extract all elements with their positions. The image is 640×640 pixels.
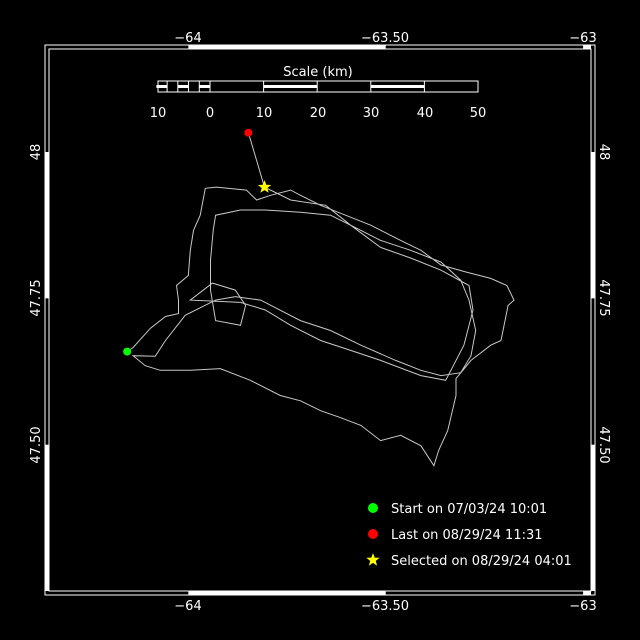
- scale-label-1: 0: [206, 106, 214, 121]
- bottom-lon-label-0: −64: [174, 599, 201, 614]
- scale-bar-segment: [177, 85, 189, 88]
- top-lon-label-1: −63.50: [361, 31, 409, 46]
- scale-bar-segment: [263, 85, 318, 88]
- scale-label-2: 10: [256, 106, 273, 121]
- frame-segment-bottom: [188, 591, 386, 595]
- legend: Start on 07/03/24 10:01 Last on 08/29/24…: [366, 502, 572, 569]
- map-background: [0, 0, 640, 640]
- frame-segment-bottom: [583, 591, 591, 595]
- right-lat-label-2: 47.50: [596, 426, 611, 463]
- legend-start-icon: [368, 503, 378, 513]
- frame-segment-right: [591, 444, 595, 591]
- scale-label-6: 50: [470, 106, 487, 121]
- scale-bar-segment: [370, 85, 425, 88]
- right-lat-label-1: 47.75: [596, 279, 611, 316]
- frame-segment-left: [45, 152, 49, 299]
- legend-start-label: Start on 07/03/24 10:01: [391, 502, 547, 517]
- top-lon-label-2: −63: [569, 31, 596, 46]
- last-marker[interactable]: [244, 128, 253, 137]
- legend-last-icon: [368, 529, 378, 539]
- scale-label-3: 20: [310, 106, 327, 121]
- scale-label-4: 30: [363, 106, 380, 121]
- legend-selected-label: Selected on 08/29/24 04:01: [391, 554, 572, 569]
- left-lat-label-1: 47.75: [29, 279, 44, 316]
- bottom-lon-label-2: −63: [569, 599, 596, 614]
- bottom-lon-label-1: −63.50: [361, 599, 409, 614]
- top-lon-label-0: −64: [174, 31, 201, 46]
- frame-segment-top: [188, 45, 386, 49]
- left-lat-label-0: 48: [29, 144, 44, 161]
- legend-last-label: Last on 08/29/24 11:31: [391, 528, 543, 543]
- scale-bar-segment: [156, 85, 168, 88]
- scale-label-0: 10: [150, 106, 167, 121]
- left-lat-label-2: 47.50: [29, 426, 44, 463]
- scale-bar-segment: [199, 85, 210, 88]
- scale-label-5: 40: [417, 106, 434, 121]
- frame-segment-left: [45, 444, 49, 591]
- start-marker[interactable]: [123, 347, 132, 356]
- drifter-track-map: −64 −63.50 −63 −64 −63.50 −63 48 47.75 4…: [0, 0, 640, 640]
- scale-bar-title: Scale (km): [283, 65, 352, 80]
- frame-segment-right: [591, 152, 595, 299]
- right-lat-label-0: 48: [596, 144, 611, 161]
